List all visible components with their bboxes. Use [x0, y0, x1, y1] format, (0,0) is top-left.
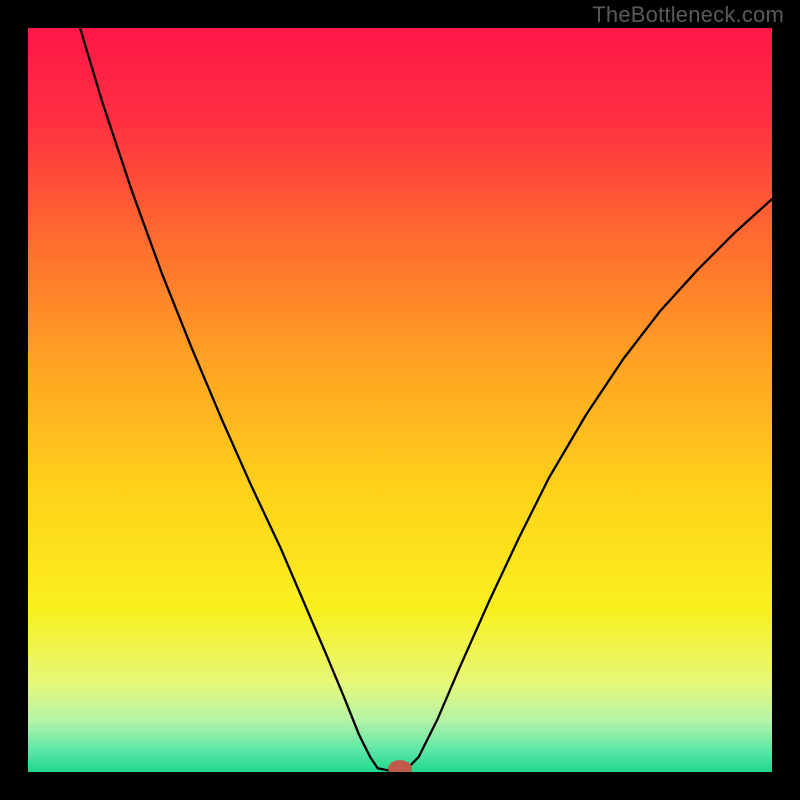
gradient-background	[28, 28, 772, 772]
watermark-text: TheBottleneck.com	[592, 2, 784, 28]
chart-frame: TheBottleneck.com	[0, 0, 800, 800]
bottleneck-chart	[28, 28, 772, 772]
plot-area	[28, 28, 772, 772]
